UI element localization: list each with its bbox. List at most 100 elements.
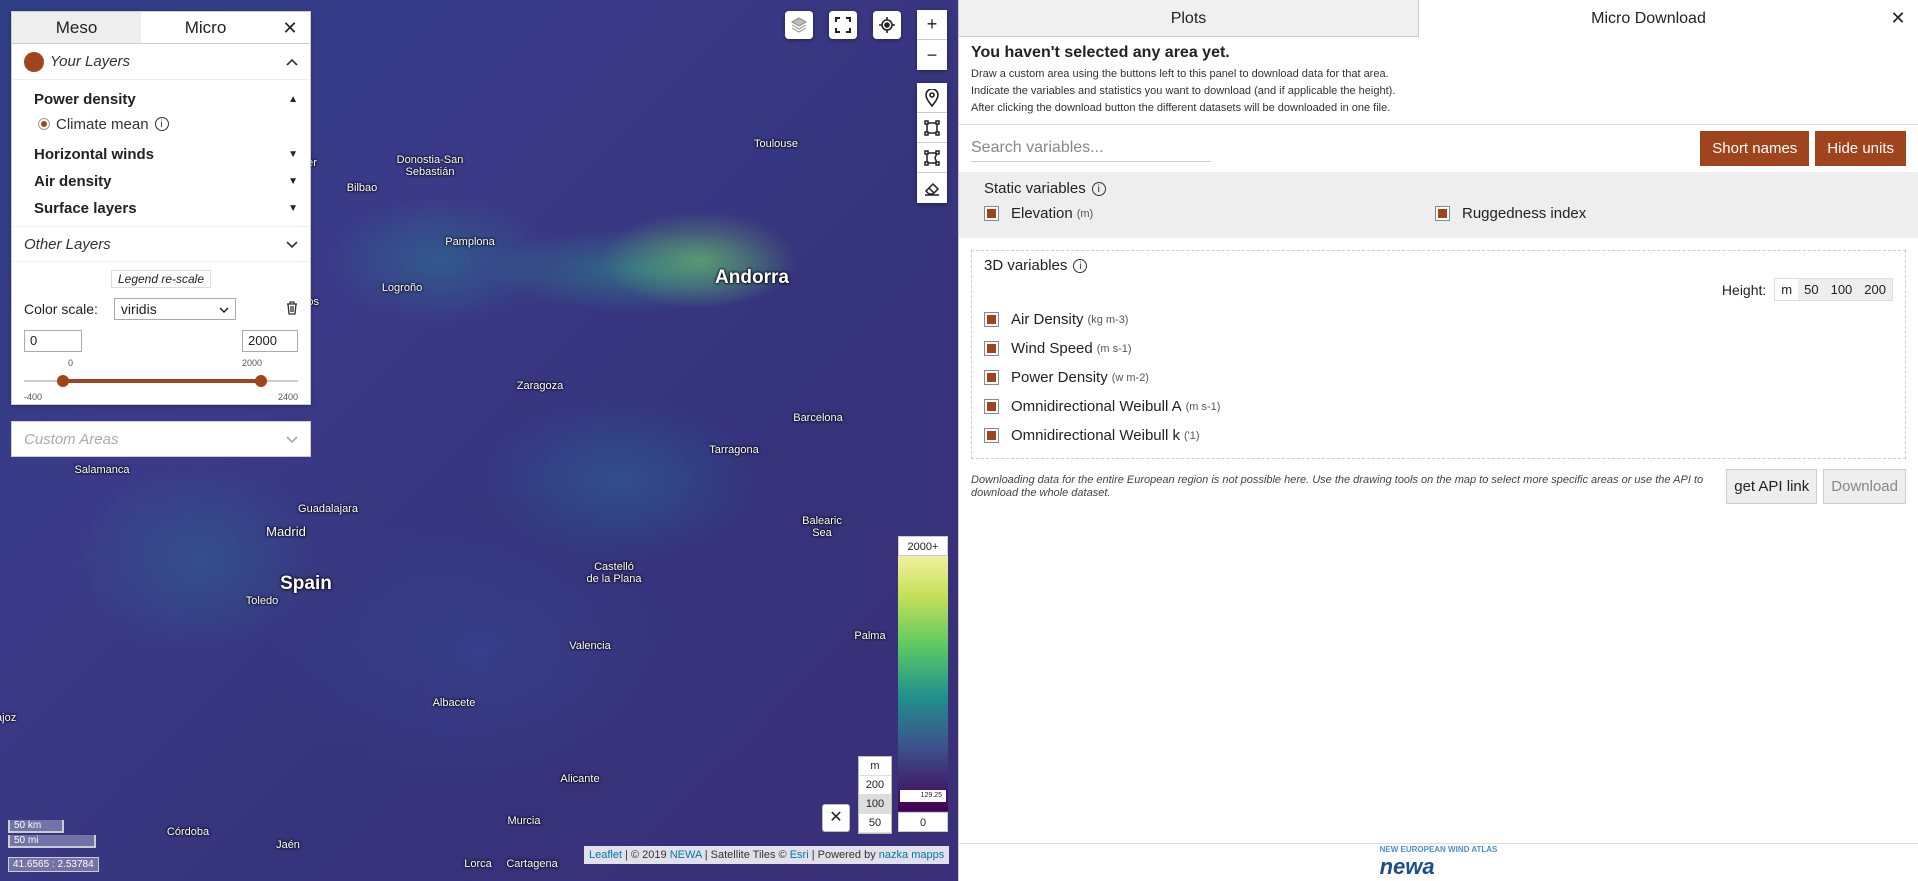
layer-power-density[interactable]: Power density ▲ xyxy=(12,86,310,113)
map-place-label: Palma xyxy=(854,630,886,642)
slider-min-label: -400 xyxy=(24,392,43,402)
range-slider[interactable]: 0 2000 -400 2400 xyxy=(24,356,298,404)
map-place-label: Salamanca xyxy=(74,464,130,476)
panel-close-button[interactable]: ✕ xyxy=(1878,0,1918,37)
newa-logo-text: newa xyxy=(1379,854,1435,879)
eraser-icon xyxy=(924,182,940,196)
checkbox-checked-icon[interactable] xyxy=(984,312,999,327)
layers-icon xyxy=(785,11,813,39)
fullscreen-button[interactable] xyxy=(829,11,857,39)
layer-air-density[interactable]: Air density ▼ xyxy=(12,168,310,195)
newa-logo-subtitle: NEW EUROPEAN WIND ATLAS xyxy=(1379,845,1498,854)
tab-plots[interactable]: Plots xyxy=(959,0,1419,37)
var-name: Wind Speed xyxy=(1011,340,1093,357)
info-icon[interactable]: i xyxy=(1091,181,1106,196)
zoom-out-button[interactable]: − xyxy=(917,40,947,70)
height-picker-close-button[interactable]: ✕ xyxy=(822,804,850,832)
map-place-label: Tarragona xyxy=(709,444,759,456)
layers-button[interactable] xyxy=(785,11,813,39)
map-view[interactable]: Toulouse Donostia-San Sebastián Bilbao Pamp… xyxy=(0,0,958,881)
var-power-density[interactable]: Power Density (w m-2) xyxy=(984,363,1439,392)
height-option-50[interactable]: 50 xyxy=(859,814,891,833)
short-names-button[interactable]: Short names xyxy=(1700,131,1810,166)
draw-polygon-button[interactable] xyxy=(917,143,947,173)
height-option-100[interactable]: 100 xyxy=(1824,279,1859,300)
custom-areas-header[interactable]: Custom Areas xyxy=(11,421,311,457)
trash-icon[interactable] xyxy=(286,300,298,318)
tab-micro[interactable]: Micro xyxy=(141,12,270,43)
var-weibull-a[interactable]: Omnidirectional Weibull A (m s-1) xyxy=(984,392,1439,421)
newa-link[interactable]: NEWA xyxy=(670,849,702,861)
slider-high-handle[interactable] xyxy=(254,375,267,387)
newa-logo: NEW EUROPEAN WIND ATLAS newa xyxy=(1380,845,1498,880)
color-scale-select[interactable]: viridis xyxy=(113,298,236,320)
chevron-down-icon xyxy=(219,301,229,317)
tab-meso[interactable]: Meso xyxy=(12,12,141,43)
layers-panel-close-button[interactable]: ✕ xyxy=(270,12,310,43)
checkbox-checked-icon[interactable] xyxy=(984,399,999,414)
get-api-link-button[interactable]: get API link xyxy=(1726,469,1818,504)
notice-line: Draw a custom area using the buttons lef… xyxy=(971,68,1389,80)
esri-link[interactable]: Esri xyxy=(790,849,809,861)
sublayer-climate-mean[interactable]: Climate mean i xyxy=(12,113,310,135)
nazka-link[interactable]: nazka mapps xyxy=(879,849,944,861)
draw-rectangle-button[interactable] xyxy=(917,113,947,143)
3d-variables-section: 3D variables i Height: m 50 100 200 Air … xyxy=(971,250,1906,459)
map-height-picker: m 200 100 50 xyxy=(858,756,892,834)
other-layers-header[interactable]: Other Layers xyxy=(12,226,310,262)
map-place-label: Madrid xyxy=(266,524,306,539)
height-option-100[interactable]: 100 xyxy=(859,795,891,814)
legend-value-marker: 129.25 xyxy=(900,790,946,802)
locate-icon xyxy=(873,11,901,39)
search-variables-input[interactable]: Search variables... xyxy=(971,135,1211,162)
radio-selected-icon[interactable] xyxy=(38,118,50,130)
legend-min-label: 0 xyxy=(898,812,948,832)
var-unit: ('1) xyxy=(1183,429,1200,442)
chevron-up-icon xyxy=(286,53,298,70)
layer-label: Air density xyxy=(34,173,112,190)
var-weibull-k[interactable]: Omnidirectional Weibull k ('1) xyxy=(984,421,1439,450)
layer-surface-layers[interactable]: Surface layers ▼ xyxy=(12,195,310,222)
tab-micro-download[interactable]: Micro Download xyxy=(1419,0,1878,37)
map-place-label: Castelló de la Plana xyxy=(586,561,642,585)
draw-marker-button[interactable] xyxy=(917,83,947,113)
var-ruggedness-index[interactable]: Ruggedness index xyxy=(1427,199,1882,228)
leaflet-link[interactable]: Leaflet xyxy=(589,849,622,861)
info-icon[interactable]: i xyxy=(1073,258,1088,273)
layer-label: Surface layers xyxy=(34,200,137,217)
checkbox-checked-icon[interactable] xyxy=(984,341,999,356)
locate-button[interactable] xyxy=(873,11,901,39)
panel-footer: NEW EUROPEAN WIND ATLAS newa xyxy=(959,843,1918,881)
height-option-m[interactable]: m xyxy=(1775,279,1799,300)
map-place-label: Balearic Sea xyxy=(802,515,842,539)
height-option-200[interactable]: 200 xyxy=(1858,279,1892,300)
zoom-in-button[interactable]: + xyxy=(917,10,947,40)
download-button[interactable]: Download xyxy=(1823,469,1906,504)
checkbox-checked-icon[interactable] xyxy=(984,206,999,221)
slider-low-handle[interactable] xyxy=(57,375,70,387)
rectangle-icon xyxy=(924,119,940,136)
slider-low-label: 0 xyxy=(68,358,74,368)
caret-down-icon: ▼ xyxy=(288,203,298,214)
hide-units-button[interactable]: Hide units xyxy=(1815,131,1906,166)
var-wind-speed[interactable]: Wind Speed (m s-1) xyxy=(984,334,1439,363)
checkbox-checked-icon[interactable] xyxy=(1435,206,1450,221)
layer-horizontal-winds[interactable]: Horizontal winds ▼ xyxy=(12,141,310,168)
height-option-50[interactable]: 50 xyxy=(1798,279,1825,300)
your-layers-header[interactable]: Your Layers xyxy=(12,44,310,80)
checkbox-checked-icon[interactable] xyxy=(984,428,999,443)
legend-rescale-button[interactable]: Legend re-scale xyxy=(110,270,212,288)
map-place-label: Guadalajara xyxy=(298,503,358,515)
min-value-input[interactable]: 0 xyxy=(24,330,82,352)
height-option-200[interactable]: 200 xyxy=(859,776,891,795)
max-value-input[interactable]: 2000 xyxy=(242,330,298,352)
map-place-label: Valencia xyxy=(569,640,611,652)
your-layers-title: Your Layers xyxy=(50,53,131,70)
info-icon[interactable]: i xyxy=(154,117,169,131)
map-place-label: Pamplona xyxy=(445,236,495,248)
checkbox-checked-icon[interactable] xyxy=(984,370,999,385)
var-elevation[interactable]: Elevation (m) xyxy=(972,199,1427,228)
map-place-label: Jaén xyxy=(276,839,300,851)
erase-button[interactable] xyxy=(917,173,947,203)
var-air-density[interactable]: Air Density (kg m-3) xyxy=(984,305,1439,334)
